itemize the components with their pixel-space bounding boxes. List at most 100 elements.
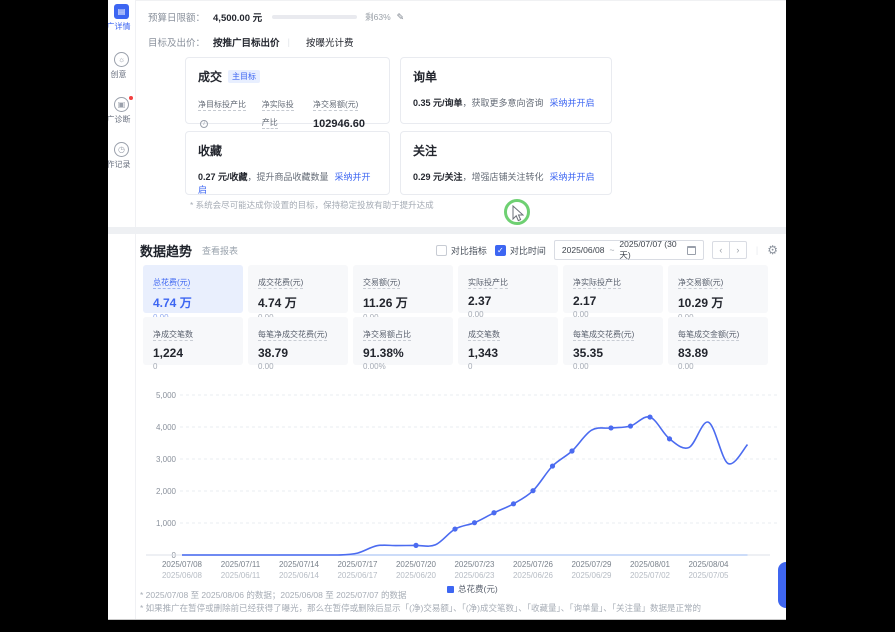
svg-text:2025/07/08: 2025/07/08: [162, 560, 203, 569]
metric-card-5[interactable]: 净交易额(元)10.29 万0.00: [668, 265, 768, 313]
metric-card-3[interactable]: 实际投产比2.370.00: [458, 265, 558, 313]
metric-value: 38.79: [258, 346, 338, 360]
deal-metric-value: 102946.60: [313, 118, 365, 130]
metric-value: 83.89: [678, 346, 758, 360]
metric-card-1[interactable]: 成交花费(元)4.74 万0.00: [248, 265, 348, 313]
svg-text:2025/06/29: 2025/06/29: [571, 571, 612, 580]
sidebar-item-1[interactable]: ☼创意: [108, 52, 135, 80]
goal-bid-row: 目标及出价： 按推广目标出价 | 按曝光计费: [148, 35, 354, 49]
budget-label: 预算日限额：: [148, 10, 205, 24]
mouse-cursor-icon: [512, 205, 524, 222]
vertical-separator: |: [756, 245, 758, 255]
date-range-picker[interactable]: 2025/06/08 ~ 2025/07/07 (30天): [554, 240, 704, 260]
sidebar: ▤ 广详情 ☼创意 ▣广诊断 ◷作记录: [108, 0, 136, 619]
metric-card-9[interactable]: 成交笔数1,3430: [458, 317, 558, 365]
campaign-detail-icon: ▤: [114, 4, 129, 19]
checkbox-icon[interactable]: ✓: [495, 245, 506, 256]
follow-price: 0.29 元/关注: [413, 172, 463, 182]
sidebar-item-0[interactable]: ▤ 广详情: [108, 4, 135, 32]
metric-label: 实际投产比: [468, 278, 508, 289]
svg-text:2025/08/04: 2025/08/04: [688, 560, 729, 569]
svg-text:2,000: 2,000: [156, 487, 177, 496]
line-chart-svg: 01,0002,0003,0004,0005,0002025/07/082025…: [138, 385, 783, 585]
prev-period-button[interactable]: ‹: [712, 241, 730, 259]
goal-bid-label: 目标及出价：: [148, 35, 205, 49]
metric-card-2[interactable]: 交易额(元)11.26 万0.00: [353, 265, 453, 313]
metric-card-6[interactable]: 净成交笔数1,2240: [143, 317, 243, 365]
budget-progress-bar: [272, 15, 357, 19]
metric-card-0[interactable]: 总花费(元)4.74 万0.00: [143, 265, 243, 313]
view-report-link[interactable]: 查看报表: [202, 244, 238, 257]
metric-value: 2.17: [573, 294, 653, 308]
svg-text:2025/08/01: 2025/08/01: [630, 560, 671, 569]
metric-value: 2.37: [468, 294, 548, 308]
tab-separator: |: [288, 37, 290, 48]
svg-text:2025/07/20: 2025/07/20: [396, 560, 437, 569]
goal-card-follow: 关注 0.29 元/关注，增强店铺关注转化采纳并开启: [400, 131, 612, 195]
svg-text:4,000: 4,000: [156, 423, 177, 432]
tab-bid-by-goal[interactable]: 按推广目标出价: [213, 35, 280, 49]
svg-text:2025/06/08: 2025/06/08: [162, 571, 203, 580]
edit-budget-icon[interactable]: ✎: [397, 12, 405, 23]
metric-label: 成交花费(元): [258, 278, 303, 289]
follow-card-title: 关注: [413, 142, 599, 159]
screen: ▤ 广详情 ☼创意 ▣广诊断 ◷作记录 预算日限额： 4,500.00 元 剩63% ✎…: [0, 0, 895, 632]
svg-text:2025/06/20: 2025/06/20: [396, 571, 437, 580]
chart-footnote-tip: * 如果推广在暂停或删除前已经获得了曝光，那么在暂停或删除后显示「(净)交易额」…: [140, 602, 701, 614]
info-icon[interactable]: i: [200, 120, 208, 128]
metric-card-7[interactable]: 每笔净成交花费(元)38.790.00: [248, 317, 348, 365]
history-icon: ◷: [114, 142, 129, 157]
sidebar-item-3[interactable]: ◷作记录: [108, 142, 135, 170]
metric-compare-value: 0.00%: [363, 362, 443, 371]
inquiry-price: 0.35 元/询单: [413, 98, 463, 108]
budget-row: 预算日限额： 4,500.00 元 剩63% ✎: [148, 10, 404, 24]
checkbox-icon[interactable]: [436, 245, 447, 256]
top-divider: [136, 0, 786, 1]
follow-desc: ，增强店铺关注转化: [463, 172, 544, 182]
sidebar-item-label: 广详情: [108, 21, 132, 32]
metric-card-11[interactable]: 每笔成交金额(元)83.890.00: [668, 317, 768, 365]
primary-goal-badge: 主目标: [228, 70, 260, 83]
metric-label: 每笔净成交花费(元): [258, 330, 327, 341]
trend-chart: 01,0002,0003,0004,0005,0002025/07/082025…: [138, 385, 783, 585]
metric-value: 91.38%: [363, 346, 443, 360]
svg-text:3,000: 3,000: [156, 455, 177, 464]
metric-compare-value: 0.00: [678, 362, 758, 371]
floating-panel-handle[interactable]: [778, 562, 786, 608]
app-window: ▤ 广详情 ☼创意 ▣广诊断 ◷作记录 预算日限额： 4,500.00 元 剩63% ✎…: [108, 0, 786, 620]
metric-value: 1,343: [468, 346, 548, 360]
diagnose-icon: ▣: [114, 97, 129, 112]
inquiry-adopt-link[interactable]: 采纳并开启: [550, 98, 595, 108]
metric-label: 成交笔数: [468, 330, 500, 341]
metric-label: 净成交笔数: [153, 330, 193, 341]
compare-time-checkbox[interactable]: ✓ 对比时间: [495, 244, 546, 257]
metric-card-8[interactable]: 净交易额占比91.38%0.00%: [353, 317, 453, 365]
favorite-price: 0.27 元/收藏: [198, 172, 248, 182]
metric-card-10[interactable]: 每笔成交花费(元)35.350.00: [563, 317, 663, 365]
svg-text:2025/07/29: 2025/07/29: [571, 560, 612, 569]
svg-text:1,000: 1,000: [156, 519, 177, 528]
gear-icon[interactable]: ⚙: [767, 243, 778, 257]
svg-text:2025/07/02: 2025/07/02: [630, 571, 671, 580]
metric-compare-value: 0.00: [573, 362, 653, 371]
sidebar-item-2[interactable]: ▣广诊断: [108, 97, 135, 125]
calendar-icon: [687, 246, 696, 255]
section-divider: [108, 227, 786, 234]
chart-legend[interactable]: 总花费(元): [447, 583, 498, 595]
goal-cards: 成交 主目标 净目标投产比i2.45 ✎净实际投产比2.17净交易额(元)102…: [185, 57, 612, 195]
metric-label: 每笔成交花费(元): [573, 330, 634, 341]
trend-title: 数据趋势: [140, 241, 192, 260]
budget-amount: 4,500.00 元: [213, 10, 262, 24]
next-period-button[interactable]: ›: [729, 241, 747, 259]
tab-bid-by-impression[interactable]: 按曝光计费: [306, 35, 354, 49]
legend-label: 总花费(元): [458, 583, 498, 595]
metric-value: 4.74 万: [153, 294, 233, 311]
compare-metric-checkbox[interactable]: 对比指标: [436, 244, 487, 257]
metric-card-4[interactable]: 净实际投产比2.170.00: [563, 265, 663, 313]
metric-value: 1,224: [153, 346, 233, 360]
metric-compare-value: 0: [468, 362, 548, 371]
follow-adopt-link[interactable]: 采纳并开启: [550, 172, 595, 182]
deal-metric-label: 净目标投产比: [198, 100, 246, 111]
svg-text:2025/07/05: 2025/07/05: [688, 571, 729, 580]
inquiry-card-title: 询单: [413, 68, 599, 85]
